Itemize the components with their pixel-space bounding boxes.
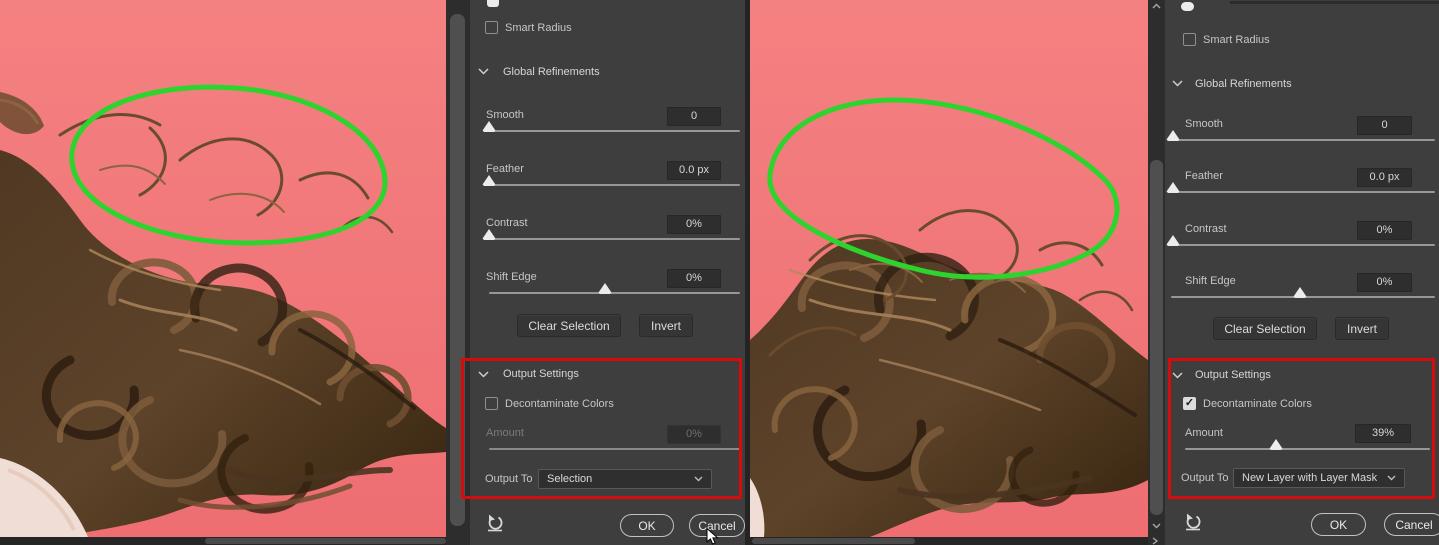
shift-edge-value[interactable]: 0% [1357,273,1412,292]
shift-edge-slider-thumb[interactable] [1293,287,1307,298]
chevron-down-icon[interactable] [1172,372,1183,379]
amount-value[interactable]: 39% [1355,424,1411,443]
smooth-slider-thumb[interactable] [482,121,496,132]
left-photo [0,0,446,537]
feather-label: Feather [1185,170,1223,182]
ok-button[interactable]: OK [1311,513,1366,536]
left-image-canvas[interactable] [0,0,446,537]
output-to-dropdown[interactable]: New Layer with Layer Mask [1233,468,1405,488]
left-hscroll-thumb[interactable] [205,538,446,544]
left-panel-scrollbar[interactable] [446,0,470,545]
mouse-cursor-icon [706,528,719,545]
amount-slider-track[interactable] [1185,448,1430,450]
scroll-right-icon[interactable] [1152,537,1159,545]
amount-slider-thumb[interactable] [1269,439,1283,450]
amount-label: Amount [486,427,524,439]
contrast-slider-thumb[interactable] [482,229,496,240]
right-panel-scrollbar[interactable] [1148,0,1165,545]
invert-button[interactable]: Invert [639,314,693,337]
clear-selection-button[interactable]: Clear Selection [517,314,621,337]
amount-value: 0% [667,425,721,444]
radius-slider-thumb-partial[interactable] [1181,2,1194,11]
feather-label: Feather [486,163,524,175]
reset-icon[interactable] [485,513,505,533]
decontaminate-colors-label: Decontaminate Colors [505,398,614,410]
contrast-slider-track[interactable] [1171,244,1435,246]
shift-edge-label: Shift Edge [486,271,537,283]
smooth-label: Smooth [1185,118,1223,130]
smart-radius-label: Smart Radius [1203,34,1270,46]
checkmark-icon: ✓ [1184,397,1195,409]
left-canvas-hscrollbar[interactable] [0,537,446,545]
smooth-slider-track[interactable] [1171,139,1435,141]
amount-slider-track [489,448,740,450]
contrast-slider-track[interactable] [489,238,740,240]
chevron-down-icon [694,476,703,482]
chevron-down-icon[interactable] [1172,80,1183,87]
chevron-down-icon [1387,475,1396,481]
chevron-down-icon[interactable] [478,68,489,75]
right-photo [750,0,1148,537]
invert-button[interactable]: Invert [1335,317,1389,340]
output-settings-header[interactable]: Output Settings [503,368,579,380]
radius-slider-track-partial [1230,1,1439,4]
right-canvas-hscrollbar[interactable] [750,537,1148,545]
global-refinements-header[interactable]: Global Refinements [1195,78,1292,90]
smooth-slider-track[interactable] [489,130,740,132]
radius-slider-thumb-partial[interactable] [487,0,499,7]
shift-edge-label: Shift Edge [1185,275,1236,287]
contrast-slider-thumb[interactable] [1166,235,1180,246]
feather-slider-track[interactable] [1171,191,1435,193]
smooth-slider-thumb[interactable] [1166,130,1180,141]
feather-slider-thumb[interactable] [1166,182,1180,193]
decontaminate-colors-checkbox[interactable] [485,397,498,410]
output-to-selected: New Layer with Layer Mask [1242,472,1378,484]
contrast-value[interactable]: 0% [667,215,721,234]
feather-slider-track[interactable] [489,184,740,186]
select-and-mask-comparison: { "colors": { "canvas_background": "#f17… [0,0,1439,545]
smooth-value[interactable]: 0 [667,107,721,126]
scroll-down-icon[interactable] [1152,523,1161,529]
right-refine-panel: Smart Radius Global Refinements Smooth 0… [1165,0,1439,545]
feather-value[interactable]: 0.0 px [667,161,721,180]
smart-radius-checkbox[interactable] [1183,33,1196,46]
output-settings-header[interactable]: Output Settings [1195,369,1271,381]
feather-value[interactable]: 0.0 px [1357,168,1412,187]
output-to-label: Output To [485,473,533,485]
right-vscroll-thumb[interactable] [1150,160,1163,515]
smart-radius-checkbox[interactable] [485,21,498,34]
reset-icon[interactable] [1183,512,1203,532]
contrast-label: Contrast [486,217,528,229]
smart-radius-label: Smart Radius [505,22,572,34]
shift-edge-value[interactable]: 0% [667,269,721,288]
output-to-label: Output To [1181,472,1229,484]
cancel-button[interactable]: Cancel [1384,513,1439,536]
output-to-dropdown[interactable]: Selection [538,469,712,489]
ok-button[interactable]: OK [620,514,674,537]
feather-slider-thumb[interactable] [482,175,496,186]
left-refine-panel: Smart Radius Global Refinements Smooth 0… [470,0,745,545]
contrast-value[interactable]: 0% [1357,221,1412,240]
smooth-label: Smooth [486,109,524,121]
shift-edge-slider-track[interactable] [489,292,740,294]
scroll-up-icon[interactable] [1152,3,1161,9]
contrast-label: Contrast [1185,223,1227,235]
clear-selection-button[interactable]: Clear Selection [1213,317,1317,340]
smooth-value[interactable]: 0 [1357,116,1412,135]
shift-edge-slider-thumb[interactable] [598,283,612,294]
amount-label: Amount [1185,427,1223,439]
global-refinements-header[interactable]: Global Refinements [503,66,600,78]
output-to-selected: Selection [547,473,593,485]
left-vscroll-thumb[interactable] [450,14,465,526]
decontaminate-colors-checkbox[interactable]: ✓ [1183,397,1196,410]
right-hscroll-thumb[interactable] [752,538,915,544]
decontaminate-colors-label: Decontaminate Colors [1203,398,1312,410]
right-image-canvas[interactable] [750,0,1148,537]
chevron-down-icon[interactable] [478,371,489,378]
